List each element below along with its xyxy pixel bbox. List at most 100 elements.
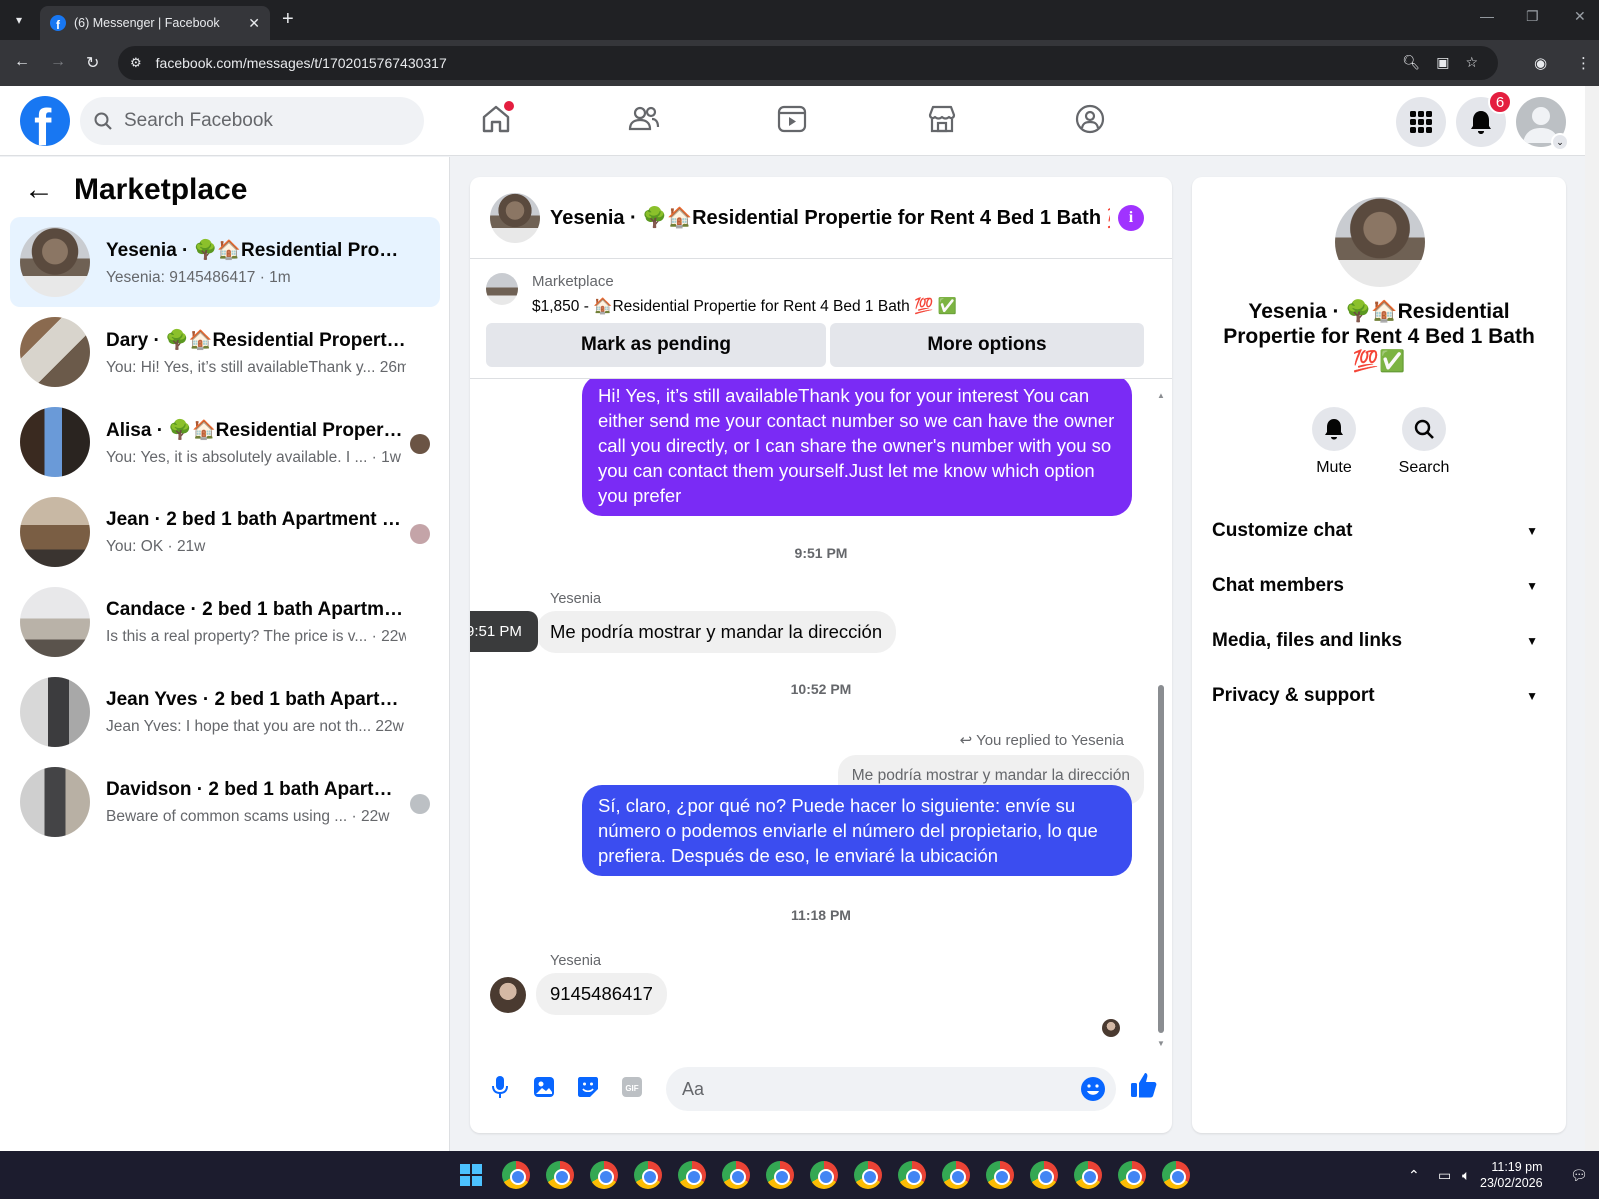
listing-thumbnail (20, 407, 90, 477)
chrome-taskbar-icon[interactable] (898, 1161, 926, 1189)
outgoing-message[interactable]: Hi! Yes, it’s still availableThank you f… (582, 379, 1132, 516)
account-chevron-down-icon[interactable]: ⌄ (1551, 133, 1569, 151)
chrome-profile-icon[interactable]: ◉ (1534, 54, 1547, 72)
nav-home-icon[interactable] (476, 99, 516, 139)
gif-icon[interactable]: GIF (618, 1073, 646, 1101)
back-icon[interactable]: ← (14, 53, 30, 71)
listing-avatar[interactable] (1335, 197, 1425, 287)
tray-chevron-up-icon[interactable]: ⌃ (1408, 1167, 1420, 1184)
section-label: Chat members (1212, 575, 1344, 596)
conversation-preview: You: Hi! Yes, it’s still availableThank … (106, 358, 406, 376)
chrome-taskbar-icon[interactable] (722, 1161, 750, 1189)
facebook-logo[interactable]: f (20, 96, 70, 146)
chrome-taskbar-icon[interactable] (986, 1161, 1014, 1189)
conversation-name: Yesenia · 🌳🏠Residential Propertie for Re… (106, 239, 406, 261)
nav-video-icon[interactable] (772, 99, 812, 139)
tab-close-icon[interactable]: ✕ (248, 15, 260, 32)
zoom-icon[interactable]: 🔍︎ (1402, 54, 1420, 71)
install-app-icon[interactable]: ▣ (1436, 54, 1449, 71)
chrome-taskbar-icon[interactable] (1162, 1161, 1190, 1189)
conversation-item[interactable]: Candace · 2 bed 1 bath Apartment for Ren… (10, 577, 440, 667)
emoji-icon[interactable] (1080, 1076, 1106, 1102)
scroll-down-icon[interactable]: ▼ (1156, 1039, 1166, 1048)
facebook-header: f 6 ⌄ (0, 86, 1585, 156)
conversation-item[interactable]: Yesenia · 🌳🏠Residential Propertie for Re… (10, 217, 440, 307)
conversation-item[interactable]: Davidson · 2 bed 1 bath Apartment for Re… (10, 757, 440, 847)
more-options-button[interactable]: More options (830, 323, 1144, 367)
chrome-taskbar-icon[interactable] (810, 1161, 838, 1189)
sticker-icon[interactable] (574, 1073, 602, 1101)
nav-groups-icon[interactable] (1070, 99, 1110, 139)
browser-tab-messenger[interactable]: f (6) Messenger | Facebook ✕ (40, 6, 270, 40)
outgoing-message[interactable]: Sí, claro, ¿por qué no? Puede hacer lo s… (582, 785, 1132, 876)
incoming-message[interactable]: 9145486417 (536, 973, 667, 1015)
chrome-taskbar-icon[interactable] (1118, 1161, 1146, 1189)
conversation-item[interactable]: Jean · 2 bed 1 bath Apartment for Rent Y… (10, 487, 440, 577)
chrome-taskbar-icon[interactable] (766, 1161, 794, 1189)
chat-avatar[interactable] (490, 192, 540, 243)
chrome-taskbar-icon[interactable] (546, 1161, 574, 1189)
back-arrow-icon[interactable]: ← (24, 173, 54, 207)
scroll-thumb[interactable] (1158, 685, 1164, 1033)
forward-icon[interactable]: → (50, 53, 66, 71)
notification-center-icon[interactable]: 💬︎ (1570, 1167, 1588, 1184)
chrome-taskbar-icon[interactable] (1030, 1161, 1058, 1189)
chrome-taskbar-icon[interactable] (942, 1161, 970, 1189)
marketplace-listing-banner: Marketplace $1,850 - 🏠Residential Proper… (470, 259, 1172, 379)
chrome-taskbar-icon[interactable] (634, 1161, 662, 1189)
nav-friends-icon[interactable] (624, 99, 664, 139)
sender-avatar[interactable] (490, 977, 526, 1013)
microphone-icon[interactable] (486, 1073, 514, 1101)
privacy-support-section[interactable]: Privacy & support ▼ (1212, 676, 1546, 716)
search-in-conversation-button[interactable]: Search (1384, 407, 1464, 477)
scroll-up-icon[interactable]: ▲ (1156, 391, 1166, 400)
restore-icon[interactable]: ❐ (1526, 8, 1539, 25)
mute-button[interactable]: Mute (1294, 407, 1374, 477)
thumbs-up-icon[interactable] (1130, 1071, 1158, 1099)
conversation-item[interactable]: Jean Yves · 2 bed 1 bath Apartment for R… (10, 667, 440, 757)
conversation-item[interactable]: Alisa · 🌳🏠Residential Propertie for Rent… (10, 397, 440, 487)
site-info-icon[interactable]: ⚙ (130, 55, 142, 71)
window-close-icon[interactable]: ✕ (1574, 8, 1586, 25)
nav-marketplace-icon[interactable] (922, 99, 962, 139)
system-clock[interactable]: 11:19 pm 23/02/2026 (1480, 1159, 1543, 1191)
windows-start-icon[interactable] (460, 1164, 482, 1186)
chrome-taskbar-icon[interactable] (678, 1161, 706, 1189)
tab-search-dropdown-icon[interactable]: ▾ (8, 9, 30, 31)
windows-taskbar: ⌃ ▭ 🔈︎ 11:19 pm 23/02/2026 💬︎ (0, 1151, 1599, 1199)
chrome-menu-icon[interactable]: ⋮ (1576, 54, 1591, 72)
facebook-search-box[interactable] (80, 97, 424, 145)
incoming-message[interactable]: Me podría mostrar y mandar la dirección (536, 611, 897, 653)
minimize-icon[interactable]: — (1480, 8, 1494, 24)
volume-icon[interactable]: 🔈︎ (1462, 1167, 1470, 1184)
listing-price-title[interactable]: $1,850 - 🏠Residential Propertie for Rent… (532, 297, 957, 316)
chrome-taskbar-icon[interactable] (1074, 1161, 1102, 1189)
chat-title[interactable]: Yesenia · 🌳🏠Residential Propertie for Re… (550, 205, 1110, 230)
timestamp-tooltip: 9:51 PM (470, 611, 538, 652)
address-bar[interactable]: ⚙ facebook.com/messages/t/17020157674303… (118, 46, 1498, 80)
message-input-box[interactable] (666, 1067, 1116, 1111)
new-tab-icon[interactable]: + (282, 8, 294, 31)
bookmark-star-icon[interactable]: ☆ (1465, 54, 1478, 71)
chrome-taskbar-icon[interactable] (502, 1161, 530, 1189)
media-files-links-section[interactable]: Media, files and links ▼ (1212, 621, 1546, 661)
message-input[interactable] (682, 1078, 1062, 1100)
timestamp-separator: 9:51 PM (794, 545, 848, 561)
chrome-taskbar-icon[interactable] (854, 1161, 882, 1189)
search-input[interactable] (124, 110, 404, 132)
listing-thumbnail[interactable] (486, 273, 518, 305)
network-icon[interactable]: ▭ (1438, 1167, 1451, 1184)
menu-grid-icon[interactable] (1396, 97, 1446, 147)
photo-icon[interactable] (530, 1073, 558, 1101)
chat-panel: Yesenia · 🌳🏠Residential Propertie for Re… (470, 177, 1172, 1133)
notifications-bell-icon[interactable]: 6 (1456, 90, 1512, 147)
chrome-taskbar-icon[interactable] (590, 1161, 618, 1189)
reload-icon[interactable]: ↻ (86, 53, 99, 73)
customize-chat-section[interactable]: Customize chat ▼ (1212, 511, 1546, 551)
thread-scrollbar[interactable]: ▲ ▼ (1156, 391, 1166, 1051)
chat-members-section[interactable]: Chat members ▼ (1212, 566, 1546, 606)
page-scrollbar[interactable] (1585, 86, 1599, 1151)
conversation-item[interactable]: Dary · 🌳🏠Residential Propertie for Rent … (10, 307, 440, 397)
mark-as-pending-button[interactable]: Mark as pending (486, 323, 826, 367)
info-icon[interactable]: i (1118, 205, 1144, 231)
